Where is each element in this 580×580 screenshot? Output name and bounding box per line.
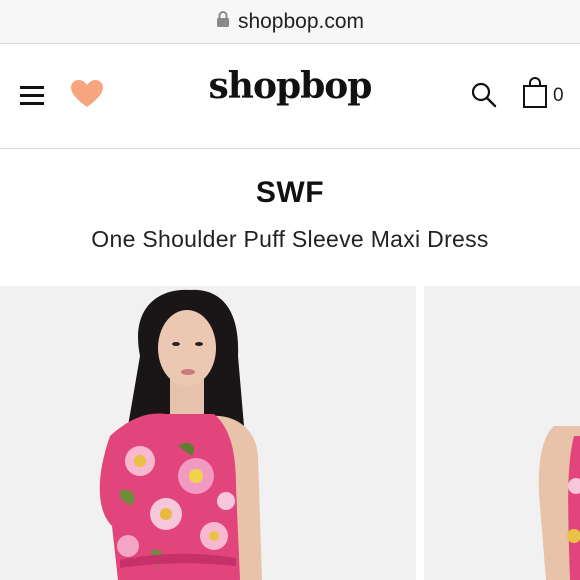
- search-icon[interactable]: [470, 81, 498, 109]
- site-header: shopbop 0: [0, 45, 580, 149]
- product-brand[interactable]: SWF: [0, 176, 580, 210]
- product-image-main[interactable]: [0, 286, 416, 580]
- url-text: shopbop.com: [237, 9, 365, 33]
- product-image-gallery[interactable]: [0, 286, 580, 580]
- bag-count: 0: [553, 85, 564, 106]
- address-bar[interactable]: shopbop.com: [0, 0, 580, 44]
- lock-icon: [216, 10, 230, 33]
- product-name: One Shoulder Puff Sleeve Maxi Dress: [91, 226, 489, 252]
- product-image-secondary[interactable]: [424, 286, 580, 580]
- shopping-bag-icon[interactable]: [522, 77, 548, 109]
